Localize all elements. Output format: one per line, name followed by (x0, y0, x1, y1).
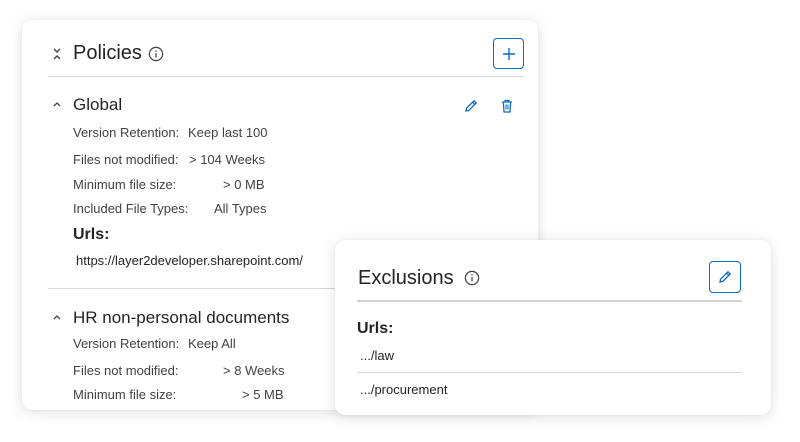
urls-label: Urls: (357, 320, 394, 337)
url-item: https://layer2developer.sharepoint.com/ (76, 253, 303, 268)
minimum-file-size-label: Minimum file size: (73, 177, 177, 192)
included-file-types-value: All Types (214, 201, 267, 216)
exclusion-url-item: .../procurement (360, 382, 448, 397)
chevron-up-icon[interactable] (51, 311, 63, 323)
delete-icon[interactable] (498, 97, 516, 115)
included-file-types-label: Included File Types: (73, 201, 189, 216)
policies-title: Policies (73, 42, 142, 64)
add-policy-button[interactable] (493, 38, 524, 69)
files-not-modified-label: Files not modified: (73, 152, 179, 167)
minimum-file-size-label: Minimum file size: (73, 387, 177, 402)
urls-label: Urls: (73, 226, 110, 243)
policy-group-title[interactable]: HR non-personal documents (73, 308, 289, 328)
version-retention-value: Keep last 100 (188, 125, 268, 140)
header-divider (48, 76, 524, 77)
minimum-file-size-value: > 0 MB (223, 177, 265, 192)
files-not-modified-value: > 8 Weeks (223, 363, 285, 378)
version-retention-label: Version Retention: (73, 336, 180, 351)
version-retention-label: Version Retention: (73, 125, 180, 140)
header-divider (357, 300, 742, 302)
edit-icon (719, 270, 732, 283)
policy-group-title[interactable]: Global (73, 95, 122, 115)
plus-icon (502, 47, 515, 60)
info-icon[interactable] (148, 46, 164, 67)
list-divider (357, 372, 742, 373)
chevron-up-icon[interactable] (51, 98, 63, 110)
edit-icon[interactable] (462, 97, 480, 115)
minimum-file-size-value: > 5 MB (242, 387, 284, 402)
collapse-all-icon[interactable] (50, 46, 64, 62)
files-not-modified-label: Files not modified: (73, 363, 179, 378)
version-retention-value: Keep All (188, 336, 236, 351)
info-icon[interactable] (464, 270, 480, 291)
exclusions-card: Exclusions Urls: .../law .../procurement (335, 240, 771, 415)
exclusion-url-item: .../law (360, 348, 394, 363)
edit-exclusions-button[interactable] (709, 261, 741, 293)
files-not-modified-value: > 104 Weeks (189, 152, 266, 167)
exclusions-title: Exclusions (358, 267, 454, 289)
